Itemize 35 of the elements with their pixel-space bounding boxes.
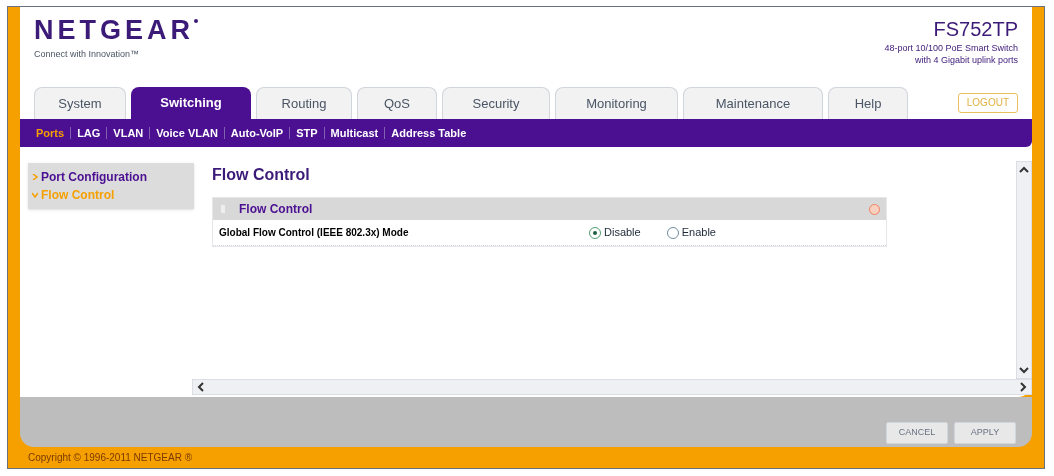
copyright-text: Copyright © 1996-2011 NETGEAR ®: [28, 451, 193, 465]
field-label: Global Flow Control (IEEE 802.3x) Mode: [219, 226, 410, 240]
radio-label: Enable: [681, 225, 716, 241]
model-name: FS752TP: [933, 17, 1018, 42]
action-button[interactable]: APPLY: [954, 422, 1016, 444]
nav-tab[interactable]: Routing: [256, 87, 352, 119]
tagline: Connect with Innovation™: [34, 48, 141, 61]
subnav-link[interactable]: VLAN: [113, 124, 144, 142]
brand-logo: NETGEAR: [34, 17, 194, 44]
model-description: with 4 Gigabit uplink ports: [914, 54, 1018, 66]
page-title: Flow Control: [212, 165, 311, 185]
panel-title: Flow Control: [239, 201, 313, 218]
model-description: 48-port 10/100 PoE Smart Switch: [884, 42, 1018, 54]
nav-tab[interactable]: Monitoring: [555, 87, 678, 119]
subnav-link[interactable]: LAG: [77, 124, 101, 142]
registered-mark-icon: [194, 19, 198, 23]
nav-tab[interactable]: Switching: [131, 87, 251, 119]
nav-tab[interactable]: Security: [442, 87, 550, 119]
chevron-icon: [32, 174, 38, 180]
chevron-icon: [32, 192, 38, 198]
vertical-scrollbar[interactable]: [1016, 161, 1032, 379]
nav-tab[interactable]: Help: [828, 87, 908, 119]
help-icon[interactable]: [869, 203, 880, 215]
subnav-link[interactable]: STP: [296, 124, 318, 142]
nav-tab[interactable]: System: [34, 87, 126, 119]
subnav-link[interactable]: Voice VLAN: [156, 124, 218, 142]
subnav-link[interactable]: Ports: [36, 124, 65, 142]
action-button[interactable]: CANCEL: [886, 422, 948, 444]
subnav-link[interactable]: Multicast: [330, 124, 379, 142]
sidebar-link[interactable]: Port Configuration: [41, 168, 147, 186]
radio-label: Disable: [604, 225, 641, 241]
nav-tab[interactable]: Maintenance: [683, 87, 823, 119]
subnav-link[interactable]: Auto-VoIP: [230, 124, 284, 142]
subnav-link[interactable]: Address Table: [391, 124, 467, 142]
nav-tab[interactable]: QoS: [357, 87, 437, 119]
